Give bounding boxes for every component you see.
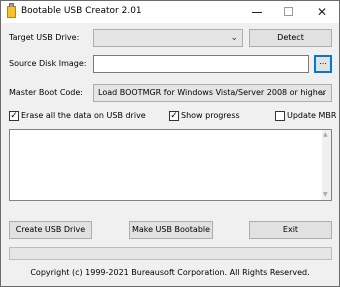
log-output[interactable]: ▲ ▼: [9, 129, 332, 201]
usb-drive-icon: [7, 3, 16, 18]
title-bar[interactable]: Bootable USB Creator 2.01 ✕: [1, 1, 339, 23]
master-boot-code-value: Load BOOTMGR for Windows Vista/Server 20…: [98, 88, 327, 97]
log-scrollbar[interactable]: ▲ ▼: [322, 130, 331, 200]
progress-bar: [9, 247, 332, 260]
show-progress-checkbox[interactable]: ✓: [169, 111, 179, 121]
scroll-down-icon[interactable]: ▼: [323, 191, 328, 199]
target-drive-label: Target USB Drive:: [9, 33, 80, 42]
window-title: Bootable USB Creator 2.01: [21, 6, 142, 16]
app-window: Bootable USB Creator 2.01 ✕ Target USB D…: [0, 0, 340, 287]
erase-data-checkbox[interactable]: ✓: [9, 111, 19, 121]
chevron-down-icon: ⌄: [230, 33, 238, 43]
minimize-button[interactable]: [241, 1, 273, 23]
browse-button[interactable]: ...: [314, 55, 332, 73]
target-drive-select[interactable]: ⌄: [93, 29, 243, 47]
scroll-up-icon[interactable]: ▲: [323, 131, 328, 139]
make-usb-bootable-button[interactable]: Make USB Bootable: [129, 221, 213, 239]
maximize-button[interactable]: [273, 1, 305, 23]
update-mbr-checkbox[interactable]: [275, 111, 285, 121]
update-mbr-label: Update MBR: [287, 111, 337, 120]
detect-button[interactable]: Detect: [249, 29, 332, 47]
erase-data-label: Erase all the data on USB drive: [21, 111, 146, 120]
close-button[interactable]: ✕: [306, 1, 338, 23]
master-boot-code-label: Master Boot Code:: [9, 88, 83, 97]
copyright-text: Copyright (c) 1999-2021 Bureausoft Corpo…: [30, 268, 310, 277]
chevron-down-icon: ⌄: [319, 88, 327, 98]
create-usb-drive-button[interactable]: Create USB Drive: [9, 221, 92, 239]
master-boot-code-select[interactable]: Load BOOTMGR for Windows Vista/Server 20…: [93, 84, 332, 102]
show-progress-label: Show progress: [181, 111, 240, 120]
source-image-label: Source Disk Image:: [9, 59, 87, 68]
exit-button[interactable]: Exit: [249, 221, 332, 239]
source-image-field[interactable]: [93, 55, 309, 73]
